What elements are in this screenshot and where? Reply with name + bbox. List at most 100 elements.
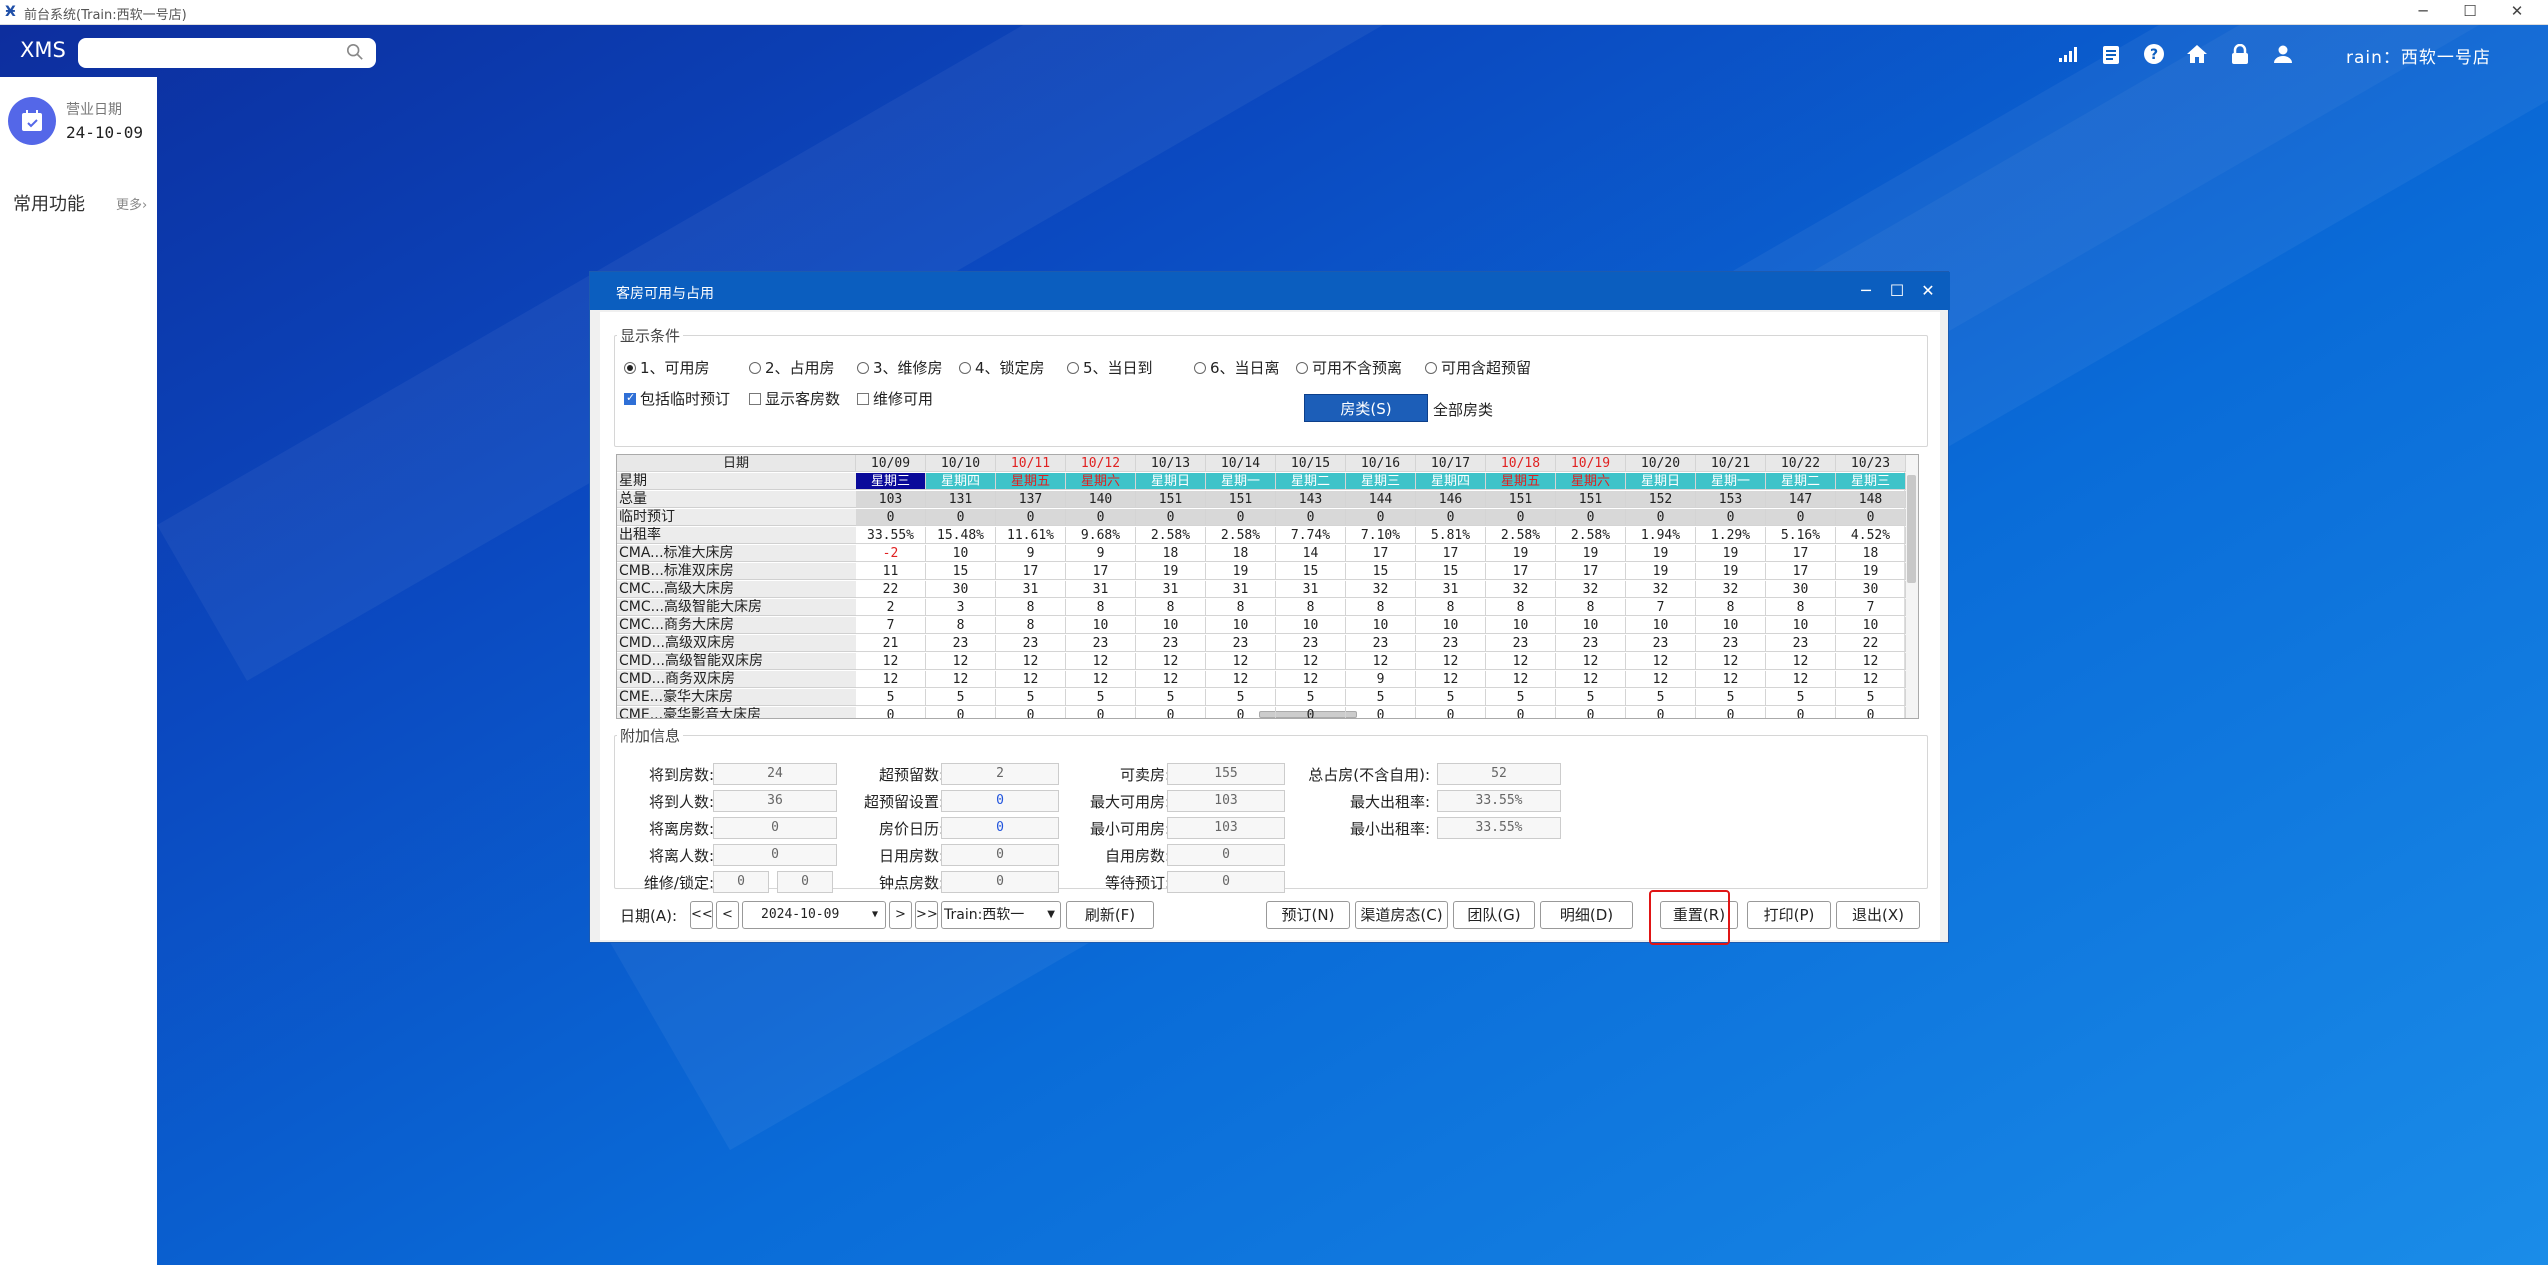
room-name: 高级智能大床房 [663, 599, 762, 615]
grid-cell: 8 [1766, 599, 1836, 616]
prev-date-button[interactable]: < [716, 901, 739, 929]
grid-cell: 23 [1766, 635, 1836, 652]
radio-locked[interactable]: 4、锁定房 [959, 357, 1045, 378]
grid-cell: 23 [926, 635, 996, 652]
departing-rooms-value: 0 [713, 817, 837, 839]
checkbox-maintenance-available[interactable]: 维修可用 [857, 388, 933, 409]
grid-cell: 0 [1836, 509, 1906, 526]
clipboard-icon[interactable] [2098, 41, 2124, 67]
grid-cell: 23 [996, 635, 1066, 652]
radio-available-incl-overbook[interactable]: 可用含超预留 [1425, 357, 1531, 378]
grid-cell: 2 [856, 599, 926, 616]
grid-cell: 5.81% [1416, 527, 1486, 544]
exit-button[interactable]: 退出(X) [1836, 901, 1920, 929]
group-button[interactable]: 团队(G) [1453, 901, 1535, 929]
room-code: CMD... [619, 635, 665, 651]
grid-cell: 19 [1836, 563, 1906, 580]
grid-cell: 151 [1556, 491, 1626, 508]
grid-cell: 星期日 [1136, 473, 1206, 490]
help-icon[interactable]: ? [2141, 41, 2167, 67]
arriving-people-label: 将到人数: [648, 793, 714, 811]
maintenance-value: 0 [713, 871, 769, 893]
grid-cell: 8 [1696, 599, 1766, 616]
radio-arriving-today[interactable]: 5、当日到 [1067, 357, 1153, 378]
grid-cell: 星期四 [926, 473, 996, 490]
sidebar: 营业日期 24-10-09 常用功能 更多› [0, 77, 157, 1265]
max-available-label: 最大可用房: [1089, 793, 1170, 811]
radio-available-excl-departure[interactable]: 可用不含预离 [1296, 357, 1402, 378]
signal-icon[interactable] [2055, 41, 2081, 67]
user-store-label[interactable]: rain：西软一号店 [2346, 43, 2491, 68]
grid-vertical-scrollbar[interactable] [1904, 455, 1918, 718]
grid-cell: 5 [996, 689, 1066, 706]
grid-cell: 14 [1276, 545, 1346, 562]
radio-departing-today[interactable]: 6、当日离 [1194, 357, 1280, 378]
grid-cell: 0 [1696, 509, 1766, 526]
room-type-button[interactable]: 房类(S) [1304, 394, 1428, 422]
detail-button[interactable]: 明细(D) [1540, 901, 1633, 929]
grid-cell: 12 [996, 653, 1066, 670]
availability-grid[interactable]: 日期 10/09 10/10 10/11 10/12 10/13 10/14 10/15 10/… [616, 454, 1919, 719]
lock-icon[interactable] [2227, 41, 2253, 67]
grid-cell: 31 [1066, 581, 1136, 598]
radio-occupied[interactable]: 2、占用房 [749, 357, 835, 378]
reserve-button[interactable]: 预订(N) [1266, 901, 1350, 929]
xms-logo: XMS [20, 38, 66, 62]
grid-cell: 12 [1556, 653, 1626, 670]
more-link[interactable]: 更多› [116, 194, 147, 213]
search-input[interactable] [78, 38, 376, 68]
user-icon[interactable] [2270, 41, 2296, 67]
home-icon[interactable] [2184, 41, 2210, 67]
grid-cell: 137 [996, 491, 1066, 508]
channel-status-button[interactable]: 渠道房态(C) [1355, 901, 1448, 929]
chevron-right-icon: › [142, 198, 148, 213]
grid-cell: 12 [1626, 671, 1696, 688]
hotel-select[interactable]: Train:西软一 ▼ [941, 901, 1061, 929]
grid-cell: 0 [1626, 509, 1696, 526]
grid-date-cell: 10/23 [1836, 455, 1906, 472]
dialog-close-button[interactable]: ✕ [1915, 278, 1941, 304]
maximize-button[interactable]: ☐ [2447, 0, 2493, 25]
last-date-button[interactable]: >> [915, 901, 938, 929]
max-occupancy-rate-label: 最大出租率: [1349, 793, 1430, 811]
checkbox-include-temp-reservation[interactable]: 包括临时预订 [624, 388, 730, 409]
room-name: 标准大床房 [663, 545, 734, 561]
grid-cell: 9 [1346, 671, 1416, 688]
grid-cell: 18 [1206, 545, 1276, 562]
room-name: 标准双床房 [663, 563, 734, 579]
next-date-button[interactable]: > [889, 901, 912, 929]
radio-maintenance[interactable]: 3、维修房 [857, 357, 943, 378]
checkbox-show-room-count[interactable]: 显示客房数 [749, 388, 840, 409]
minimize-button[interactable]: ─ [2400, 0, 2446, 25]
maintenance-lock-label: 维修/锁定: [643, 874, 714, 892]
grid-cell: 星期三 [1836, 473, 1906, 490]
grid-date-cell: 10/16 [1346, 455, 1416, 472]
grid-cell: 10 [1066, 617, 1136, 634]
room-name: 高级大床房 [663, 581, 734, 597]
radio-available[interactable]: 1、可用房 [624, 357, 710, 378]
grid-cell: 17 [1486, 563, 1556, 580]
grid-cell: 10 [1696, 617, 1766, 634]
first-date-button[interactable]: << [690, 901, 713, 929]
grid-cell: 17 [1346, 545, 1416, 562]
search-icon[interactable] [346, 43, 364, 61]
print-button[interactable]: 打印(P) [1747, 901, 1831, 929]
grid-cell: 2.58% [1556, 527, 1626, 544]
grid-scroll-thumb[interactable] [1907, 475, 1916, 583]
refresh-button[interactable]: 刷新(F) [1066, 901, 1154, 929]
grid-cell: 0 [1066, 509, 1136, 526]
grid-cell: 0 [1416, 707, 1486, 718]
grid-cell: 10 [1206, 617, 1276, 634]
business-date-value: 24-10-09 [66, 123, 144, 142]
grid-cell: 5 [856, 689, 926, 706]
grid-cell: 8 [1206, 599, 1276, 616]
grid-cell: 5 [1346, 689, 1416, 706]
arriving-people-value: 36 [713, 790, 837, 812]
date-picker[interactable]: 2024-10-09 ▼ [742, 901, 886, 929]
room-name: 豪华大床房 [663, 689, 734, 705]
grid-cell: 19 [1486, 545, 1556, 562]
dialog-maximize-button[interactable]: ☐ [1884, 278, 1910, 304]
dialog-minimize-button[interactable]: ─ [1853, 278, 1879, 304]
grid-date-cell: 10/18 [1486, 455, 1556, 472]
close-button[interactable]: ✕ [2494, 0, 2540, 25]
